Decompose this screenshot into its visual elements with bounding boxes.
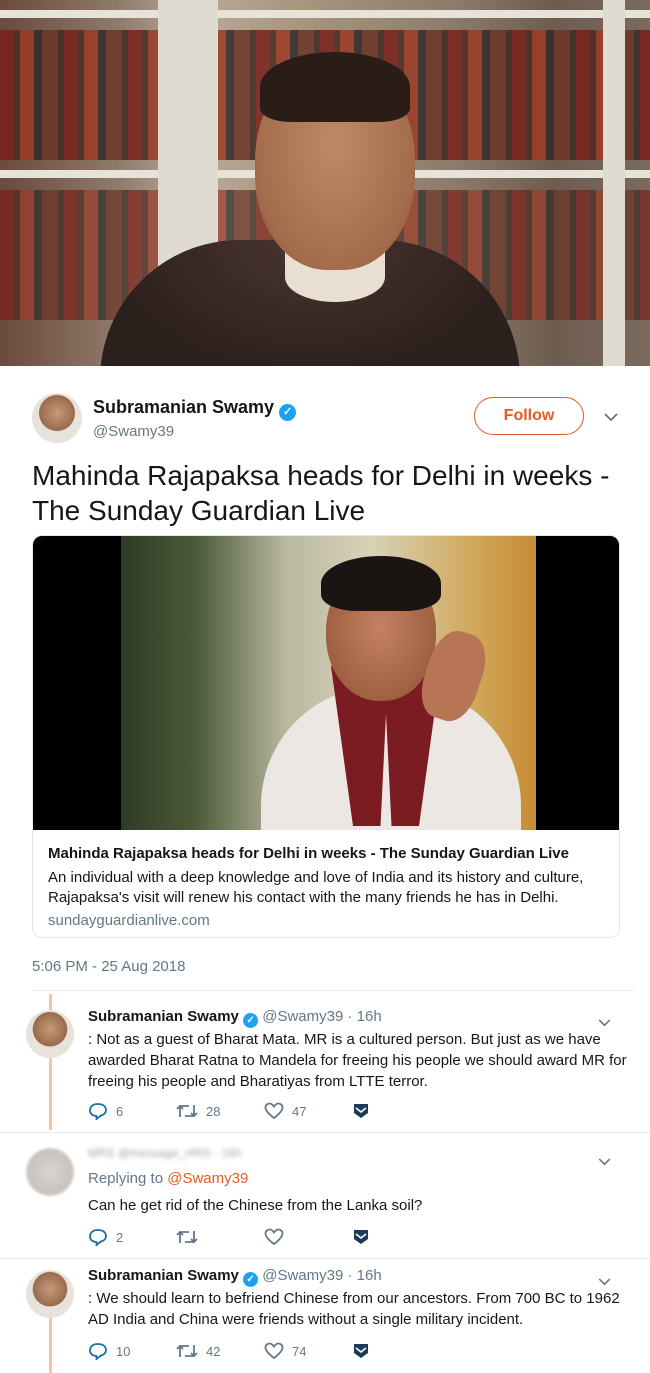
chevron-down-icon[interactable] <box>598 1153 611 1169</box>
header-photo <box>0 0 650 366</box>
reply-header: MRS @message_HRS · 16h <box>88 1146 242 1160</box>
author-handle[interactable]: @Swamy39 <box>93 423 174 440</box>
retweet-icon <box>176 1104 198 1118</box>
author-name[interactable]: Subramanian Swamy <box>93 397 274 417</box>
dm-button[interactable] <box>352 1229 440 1245</box>
reply-header: Subramanian Swamy ✓ @Swamy39 · 16h <box>88 1267 382 1287</box>
thread-line <box>49 1310 52 1373</box>
like-button[interactable] <box>264 1228 352 1246</box>
verified-badge-icon: ✓ <box>243 1272 259 1287</box>
reply-icon <box>89 1229 107 1246</box>
chevron-down-icon[interactable] <box>598 1273 611 1289</box>
verified-badge-icon: ✓ <box>279 404 297 421</box>
reply-author-name[interactable]: MRS <box>88 1146 115 1160</box>
follow-button[interactable]: Follow <box>474 397 584 435</box>
retweet-count: 42 <box>206 1343 221 1359</box>
divider <box>32 990 634 991</box>
reply-count: 2 <box>116 1229 124 1245</box>
dm-button[interactable] <box>352 1343 440 1359</box>
reply-actions: 10 42 74 <box>88 1342 440 1360</box>
reply-header: Subramanian Swamy ✓ @Swamy39 · 16h <box>88 1008 382 1028</box>
divider <box>0 1258 650 1259</box>
reply-button[interactable]: 2 <box>88 1228 176 1246</box>
replying-to: Replying to @Swamy39 <box>88 1170 248 1187</box>
card-description: An individual with a deep knowledge and … <box>48 869 584 906</box>
reply-time[interactable]: · 16h <box>348 1008 382 1025</box>
replying-to-handle[interactable]: @Swamy39 <box>167 1170 248 1187</box>
reply-button[interactable]: 10 <box>88 1342 176 1360</box>
retweet-button[interactable] <box>176 1229 264 1245</box>
card-url[interactable]: sundayguardianlive.com <box>48 911 604 931</box>
reply-avatar[interactable] <box>26 1010 74 1058</box>
reply-count: 6 <box>116 1103 124 1119</box>
like-count: 74 <box>292 1343 307 1359</box>
dm-button[interactable] <box>352 1103 440 1119</box>
card-image[interactable] <box>33 536 619 830</box>
retweet-button[interactable]: 28 <box>176 1103 264 1119</box>
author-name-row[interactable]: Subramanian Swamy ✓ <box>93 397 297 421</box>
chevron-down-icon[interactable] <box>604 409 618 425</box>
like-count: 47 <box>292 1103 307 1119</box>
tweet-timestamp[interactable]: 5:06 PM - 25 Aug 2018 <box>32 958 185 975</box>
verified-badge-icon: ✓ <box>243 1013 259 1028</box>
reply-actions: 6 28 47 <box>88 1102 440 1120</box>
direct-message-icon <box>354 1344 368 1358</box>
replying-to-prefix: Replying to <box>88 1170 164 1187</box>
direct-message-icon <box>354 1230 368 1244</box>
heart-icon <box>264 1102 284 1120</box>
reply-author-name[interactable]: Subramanian Swamy <box>88 1267 239 1284</box>
like-button[interactable]: 47 <box>264 1102 352 1120</box>
reply-author-name[interactable]: Subramanian Swamy <box>88 1008 239 1025</box>
reply-actions: 2 <box>88 1228 440 1246</box>
reply-author-handle[interactable]: @Swamy39 <box>262 1267 343 1284</box>
reply-author-handle[interactable]: @message_HRS <box>118 1146 211 1160</box>
person-photo <box>100 40 520 366</box>
retweet-button[interactable]: 42 <box>176 1343 264 1359</box>
heart-icon <box>264 1342 284 1360</box>
reply-avatar[interactable] <box>26 1270 74 1318</box>
reply-icon <box>89 1343 107 1360</box>
retweet-icon <box>176 1230 198 1244</box>
card-title[interactable]: Mahinda Rajapaksa heads for Delhi in wee… <box>48 844 604 864</box>
divider <box>0 1132 650 1133</box>
author-avatar[interactable] <box>32 393 82 443</box>
reply-text: : We should learn to befriend Chinese fr… <box>88 1290 620 1328</box>
reply-button[interactable]: 6 <box>88 1102 176 1120</box>
reply-author-handle[interactable]: @Swamy39 <box>262 1008 343 1025</box>
reply-text: : Not as a guest of Bharat Mata. MR is a… <box>88 1031 627 1090</box>
like-button[interactable]: 74 <box>264 1342 352 1360</box>
heart-icon <box>264 1228 284 1246</box>
direct-message-icon <box>354 1104 368 1118</box>
tweet-text: Mahinda Rajapaksa heads for Delhi in wee… <box>32 460 610 526</box>
reply-time[interactable]: · 16h <box>214 1146 241 1160</box>
chevron-down-icon[interactable] <box>598 1014 611 1030</box>
reply-icon <box>89 1103 107 1120</box>
reply-avatar[interactable] <box>26 1148 74 1196</box>
retweet-count: 28 <box>206 1103 221 1119</box>
link-card[interactable]: Mahinda Rajapaksa heads for Delhi in wee… <box>32 535 620 938</box>
retweet-icon <box>176 1344 198 1358</box>
reply-count: 10 <box>116 1343 131 1359</box>
reply-time[interactable]: · 16h <box>348 1267 382 1284</box>
reply-text: Can he get rid of the Chinese from the L… <box>88 1197 423 1214</box>
